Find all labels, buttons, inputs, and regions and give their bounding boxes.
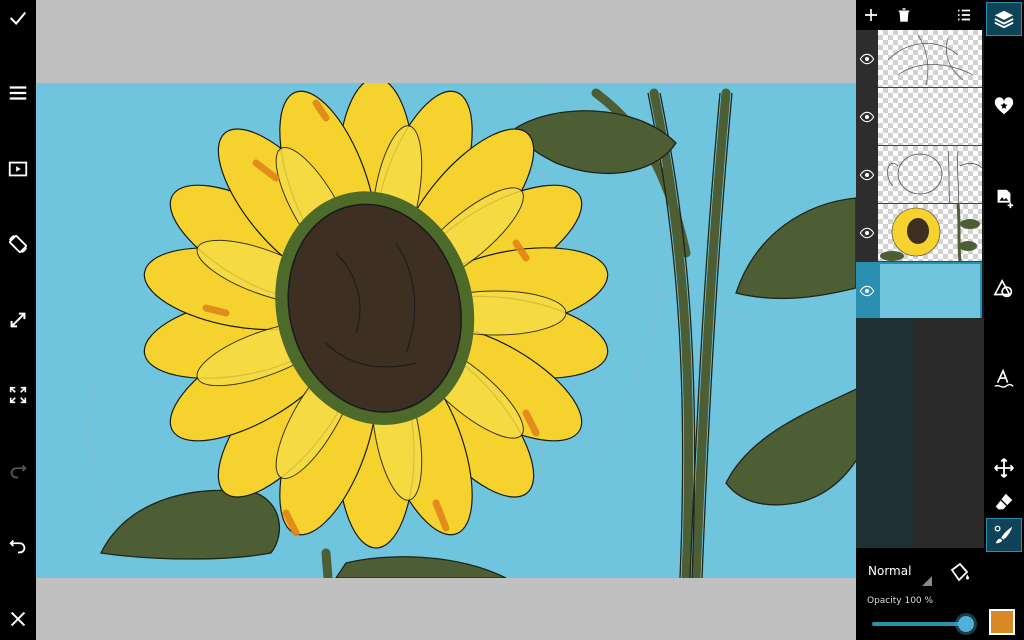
fullscreen-icon[interactable] xyxy=(0,377,36,413)
layer-thumbnail xyxy=(878,146,982,204)
layer-list-empty-area xyxy=(914,318,984,548)
layer-thumbnail xyxy=(878,262,982,320)
add-layer-icon[interactable] xyxy=(860,4,882,26)
drawing-canvas[interactable] xyxy=(36,83,856,578)
layer-thumbnail xyxy=(878,88,982,146)
layer-thumbnail xyxy=(878,204,982,262)
eye-icon[interactable] xyxy=(856,262,878,320)
layer-item[interactable] xyxy=(856,88,984,146)
undo-icon[interactable] xyxy=(0,528,36,564)
right-toolbar xyxy=(984,0,1024,640)
sunflower-artwork xyxy=(88,83,856,578)
layer-item[interactable] xyxy=(856,30,984,88)
fill-bucket-icon[interactable] xyxy=(948,560,974,586)
eye-icon[interactable] xyxy=(856,88,878,146)
resize-icon[interactable] xyxy=(0,302,36,338)
layer-item[interactable] xyxy=(856,204,984,262)
brush-settings-icon[interactable] xyxy=(986,518,1022,552)
canvas-area[interactable] xyxy=(36,0,856,640)
eye-icon[interactable] xyxy=(856,204,878,262)
redo-icon[interactable] xyxy=(0,453,36,489)
add-image-icon[interactable] xyxy=(986,181,1022,215)
current-color-swatch[interactable] xyxy=(989,609,1015,635)
layers-panel: Normal Opacity 100 % xyxy=(856,0,984,640)
play-icon[interactable] xyxy=(0,151,36,187)
blend-mode-select[interactable]: Normal xyxy=(868,564,948,588)
confirm-icon[interactable] xyxy=(0,0,36,36)
layer-list-icon[interactable] xyxy=(953,4,975,26)
favorite-sticker-icon[interactable] xyxy=(986,89,1022,123)
layer-list-empty-area xyxy=(856,318,914,548)
blend-mode-label: Normal xyxy=(868,564,912,578)
opacity-slider-track[interactable] xyxy=(872,622,968,626)
layers-toolbar xyxy=(856,0,984,30)
dropdown-corner-icon xyxy=(922,576,932,586)
eraser-icon[interactable] xyxy=(986,485,1022,519)
opacity-label: Opacity 100 % xyxy=(867,596,934,606)
eye-icon[interactable] xyxy=(856,30,878,88)
layers-icon[interactable] xyxy=(986,2,1022,36)
opacity-slider-handle[interactable] xyxy=(958,616,974,632)
close-icon[interactable] xyxy=(0,601,36,637)
move-icon[interactable] xyxy=(986,451,1022,485)
menu-icon[interactable] xyxy=(0,75,36,111)
layer-item[interactable] xyxy=(856,146,984,204)
shapes-icon[interactable] xyxy=(986,272,1022,306)
eye-icon[interactable] xyxy=(856,146,878,204)
layer-properties: Normal Opacity 100 % xyxy=(856,548,984,640)
layer-thumbnail xyxy=(878,30,982,88)
rotate-icon[interactable] xyxy=(0,226,36,262)
text-icon[interactable] xyxy=(986,362,1022,396)
left-toolbar xyxy=(0,0,36,640)
delete-layer-icon[interactable] xyxy=(893,4,915,26)
layer-item[interactable] xyxy=(856,262,984,320)
